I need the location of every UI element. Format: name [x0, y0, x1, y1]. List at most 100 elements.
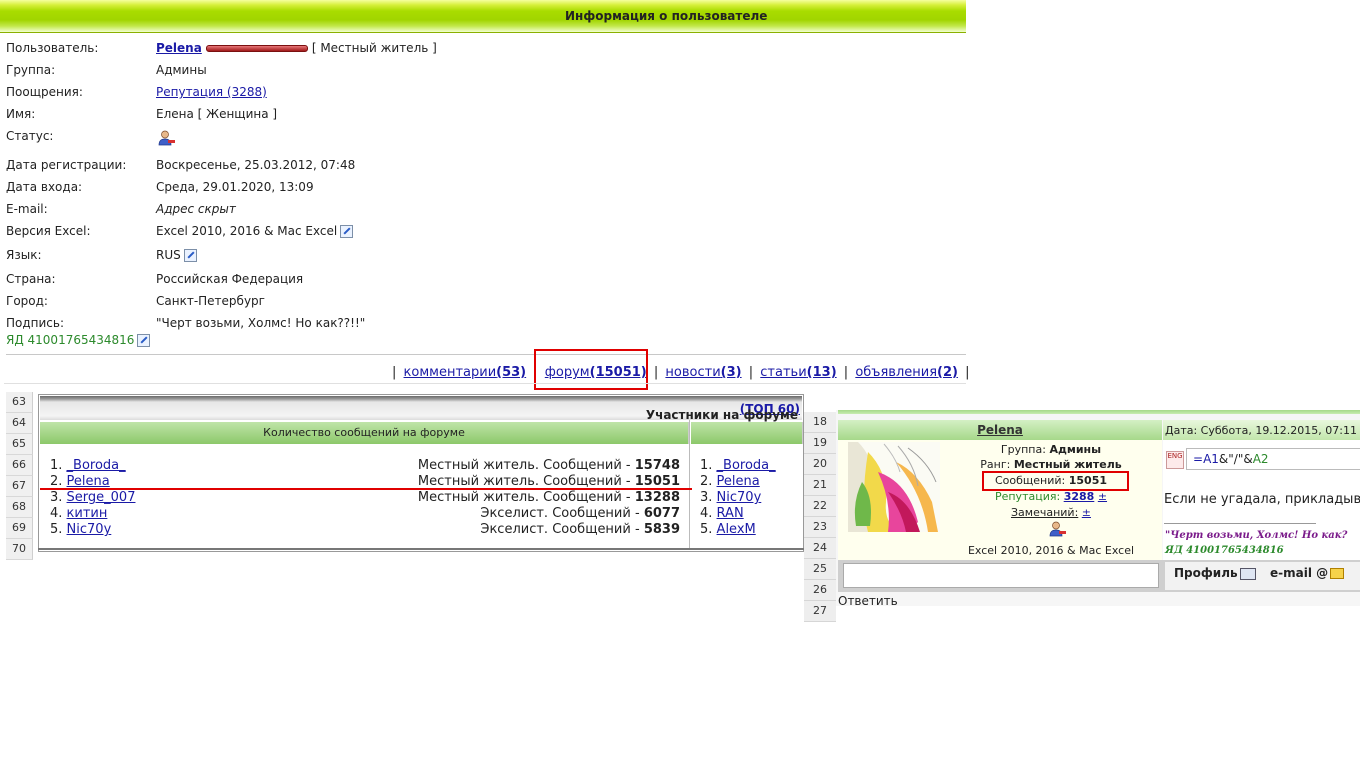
- member-link[interactable]: Serge_007: [67, 490, 136, 505]
- member-link[interactable]: Pelena: [67, 474, 110, 489]
- row-number: 63: [6, 392, 33, 413]
- login-label: Дата входа:: [6, 180, 83, 194]
- reputation-bar: [205, 45, 308, 52]
- rewards-label: Поощрения:: [6, 85, 83, 99]
- member-link[interactable]: _Boroda_: [67, 458, 126, 473]
- row-number: 19: [804, 433, 836, 454]
- reputation-link[interactable]: Репутация (3288): [156, 85, 267, 99]
- column-divider: [689, 420, 690, 548]
- edit-icon[interactable]: [340, 225, 354, 238]
- highlight-underline: [40, 488, 692, 490]
- list-item: 3. Nic70y: [700, 490, 762, 505]
- user-rank: [ Местный житель ]: [311, 41, 437, 55]
- edit-icon[interactable]: [183, 249, 197, 262]
- row-number: 64: [6, 413, 33, 434]
- table-bottom-border: [38, 548, 804, 550]
- nav-news-link[interactable]: новости(3): [665, 365, 741, 380]
- second-list: 1. _Boroda_ 2. Pelena 3. Nic70y 4. RAN 5…: [700, 458, 800, 538]
- member-link[interactable]: _Boroda_: [717, 458, 776, 473]
- rep-plus-minus-link[interactable]: ±: [1098, 490, 1107, 503]
- row-number: 68: [6, 497, 33, 518]
- post-date: Дата: Суббота, 19.12.2015, 07:11: [1165, 424, 1357, 437]
- row-number: 23: [804, 517, 836, 538]
- signature-label: Подпись:: [6, 316, 65, 330]
- user-name-link[interactable]: Pelena: [156, 41, 202, 55]
- reply-link[interactable]: Ответить: [838, 594, 898, 608]
- list-item: 3. Serge_007 Местный житель. Сообщений -…: [50, 490, 680, 505]
- row-number: 21: [804, 475, 836, 496]
- post-excel-version: Excel 2010, 2016 & Mac Excel: [967, 544, 1135, 557]
- profile-card-icon: [1239, 567, 1256, 580]
- avatar: [848, 442, 940, 532]
- list-item: 1. _Boroda_ Местный житель. Сообщений - …: [50, 458, 680, 473]
- member-link[interactable]: Pelena: [717, 474, 760, 489]
- excel-value: Excel 2010, 2016 & Mac Excel: [156, 224, 338, 238]
- reg-value: Воскресенье, 25.03.2012, 07:48: [156, 158, 356, 172]
- member-link[interactable]: Nic70y: [67, 522, 112, 537]
- yandex-money-row: ЯД 41001765434816: [6, 333, 151, 347]
- name-label: Имя:: [6, 107, 36, 121]
- row-number: 26: [804, 580, 836, 601]
- spreadsheet-row-numbers: 63 64 65 66 67 68 69 70: [6, 392, 33, 560]
- divider: [4, 383, 966, 384]
- row-number: 69: [6, 518, 33, 539]
- list-item: 2. Pelena: [700, 474, 760, 489]
- post-signature: "Черт возьми, Холмс! Но как?: [1165, 530, 1348, 541]
- nav-articles-link[interactable]: статьи(13): [760, 365, 836, 380]
- post-author-link[interactable]: Pelena: [977, 423, 1023, 437]
- post-date-bar: Дата: Суббота, 19.12.2015, 07:11: [1163, 420, 1360, 440]
- member-link[interactable]: китин: [67, 506, 108, 521]
- second-column-header: [691, 422, 803, 444]
- forum-top-title: Участники на форуме (ТОП 60): [645, 402, 800, 422]
- user-label: Пользователь:: [6, 41, 99, 55]
- excel-label: Версия Excel:: [6, 224, 91, 238]
- row-number: 20: [804, 454, 836, 475]
- city-label: Город:: [6, 294, 48, 308]
- name-value: Елена [ Женщина ]: [156, 107, 278, 121]
- row-number: 67: [6, 476, 33, 497]
- country-label: Страна:: [6, 272, 56, 286]
- row-number: 18: [804, 412, 836, 433]
- messages-list: 1. _Boroda_ Местный житель. Сообщений - …: [50, 458, 680, 538]
- member-link[interactable]: RAN: [717, 506, 744, 521]
- email-button[interactable]: e-mail @: [1270, 566, 1345, 580]
- spreadsheet-row-numbers: 18 19 20 21 22 23 24 25 26 27: [804, 412, 836, 622]
- post-group-row: Группа: Админы: [1000, 443, 1102, 456]
- nav-comments-link[interactable]: комментарии(53): [404, 365, 527, 380]
- rewards-value: Репутация (3288): [156, 85, 267, 99]
- list-item: 4. китин Экселист. Сообщений - 6077: [50, 506, 680, 521]
- forum-top-title-bar: Участники на форуме (ТОП 60): [40, 396, 802, 422]
- edit-icon[interactable]: [137, 334, 151, 347]
- reg-label: Дата регистрации:: [6, 158, 127, 172]
- messages-column-header: Количество сообщений на форуме: [40, 422, 689, 444]
- post-yandex-money: ЯД 41001765434816: [1165, 545, 1284, 556]
- login-value: Среда, 29.01.2020, 13:09: [156, 180, 314, 194]
- profile-button[interactable]: Профиль: [1174, 566, 1256, 580]
- row-number: 66: [6, 455, 33, 476]
- email-label: E-mail:: [6, 202, 48, 216]
- lang-label: Язык:: [6, 248, 42, 262]
- post-text: Если не угадала, прикладыв: [1164, 492, 1360, 507]
- profile-header-bar: Информация о пользователе: [0, 0, 966, 33]
- post-rep-link[interactable]: 3288: [1064, 490, 1095, 503]
- list-item: 4. RAN: [700, 506, 744, 521]
- warn-plus-minus-link[interactable]: ±: [1082, 506, 1091, 519]
- list-item: 5. AlexM: [700, 522, 756, 537]
- post-rep-row: Репутация: 3288 ±: [994, 490, 1108, 503]
- envelope-icon: [1330, 568, 1345, 579]
- member-link[interactable]: AlexM: [717, 522, 756, 537]
- post-rank-row: Ранг: Местный житель: [980, 458, 1122, 471]
- profile-header-title: Информация о пользователе: [565, 9, 768, 23]
- row-number: 24: [804, 538, 836, 559]
- divider: [6, 354, 966, 355]
- group-value: Админы: [156, 63, 207, 77]
- nav-ads-link[interactable]: объявления(2): [855, 365, 958, 380]
- excel-value-row: Excel 2010, 2016 & Mac Excel: [156, 224, 354, 238]
- row-number: 25: [804, 559, 836, 580]
- post-author-bar: Pelena: [838, 420, 1162, 440]
- formula-box: =A1&"/"&A2: [1186, 448, 1360, 470]
- member-link[interactable]: Nic70y: [717, 490, 762, 505]
- city-value: Санкт-Петербург: [156, 294, 265, 308]
- country-value: Российская Федерация: [156, 272, 304, 286]
- row-number: 70: [6, 539, 33, 560]
